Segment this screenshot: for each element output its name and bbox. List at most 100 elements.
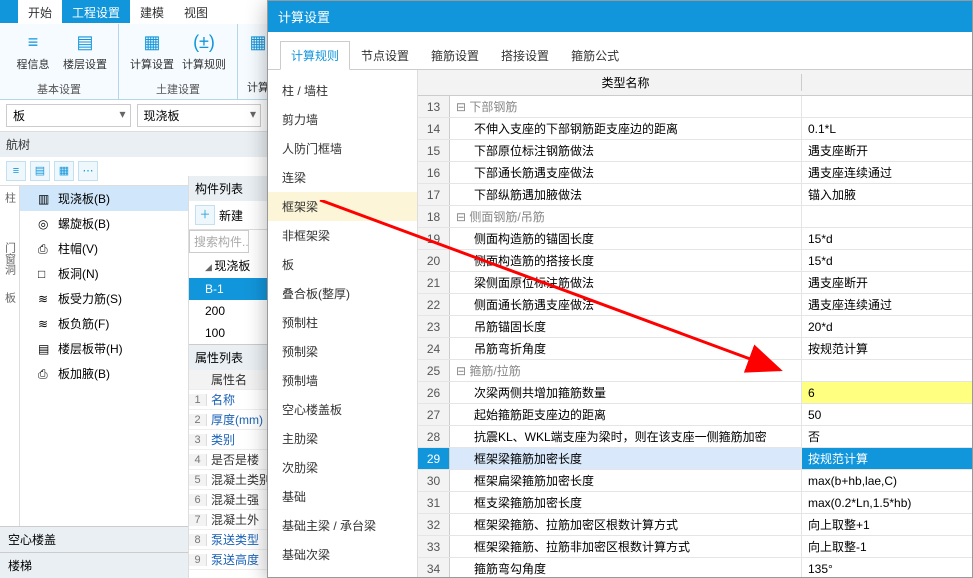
calc-rules-button[interactable]: (±) 计算规则 [179,28,229,72]
rule-row[interactable]: 32框架梁箍筋、拉筋加密区根数计算方式向上取整+1 [418,514,972,536]
rule-value[interactable]: 遇支座断开 [802,272,972,293]
member-item[interactable]: 100 [189,322,267,344]
property-row[interactable]: 7混凝土外 [189,510,267,530]
more-icon[interactable]: ⋯ [78,161,98,181]
rule-row[interactable]: 13下部钢筋 [418,96,972,118]
rule-value[interactable]: 6 [802,382,972,403]
vtab-opening[interactable]: 门窗洞 [2,242,18,282]
rule-value[interactable]: max(0.2*Ln,1.5*hb) [802,492,972,513]
tree-item[interactable]: 预制柱 [268,308,417,337]
dialog-tab[interactable]: 搭接设置 [490,41,560,70]
rule-row[interactable]: 14不伸入支座的下部钢筋距支座边的距离0.1*L [418,118,972,140]
rule-value[interactable] [802,96,972,117]
member-item[interactable]: B-1 [189,278,267,300]
rule-row[interactable]: 26次梁两侧共增加箍筋数量6 [418,382,972,404]
rule-row[interactable]: 15下部原位标注钢筋做法遇支座断开 [418,140,972,162]
rule-value[interactable]: max(b+hb,lae,C) [802,470,972,491]
rule-row[interactable]: 30框架扁梁箍筋加密长度max(b+hb,lae,C) [418,470,972,492]
rule-value[interactable]: 135° [802,558,972,577]
ribbon-tab-project-settings[interactable]: 工程设置 [62,0,130,23]
app-menu-icon[interactable] [0,0,18,23]
rule-row[interactable]: 29框架梁箍筋加密长度按规范计算 [418,448,972,470]
rule-value[interactable]: 20*d [802,316,972,337]
expand-icon[interactable]: ≡ [6,161,26,181]
dialog-tab[interactable]: 箍筋设置 [420,41,490,70]
rule-value[interactable]: 50 [802,404,972,425]
rule-value[interactable]: 按规范计算 [802,448,972,469]
dialog-tab[interactable]: 节点设置 [350,41,420,70]
rule-value[interactable] [802,206,972,227]
rule-row[interactable]: 33框架梁箍筋、拉筋非加密区根数计算方式向上取整-1 [418,536,972,558]
rule-value[interactable]: 遇支座连续通过 [802,162,972,183]
rule-row[interactable]: 22侧面通长筋遇支座做法遇支座连续通过 [418,294,972,316]
member-search-input[interactable]: 搜索构件... [189,230,249,253]
tree-item[interactable]: 板 [268,250,417,279]
tree-item[interactable]: 叠合板(整厚) [268,279,417,308]
dialog-tab[interactable]: 箍筋公式 [560,41,630,70]
tree-item[interactable]: 次肋梁 [268,453,417,482]
property-row[interactable]: 9泵送高度 [189,550,267,570]
property-row[interactable]: 3类别 [189,430,267,450]
rule-row[interactable]: 31框支梁箍筋加密长度max(0.2*Ln,1.5*hb) [418,492,972,514]
rule-value[interactable]: 向上取整+1 [802,514,972,535]
rule-row[interactable]: 27起始箍筋距支座边的距离50 [418,404,972,426]
rule-row[interactable]: 16下部通长筋遇支座做法遇支座连续通过 [418,162,972,184]
category-select[interactable]: 板 [6,104,131,127]
tree-item[interactable]: 基础主梁 / 承台梁 [268,511,417,540]
tree-item[interactable]: 连梁 [268,163,417,192]
grid-icon[interactable]: ▦ [54,161,74,181]
rule-row[interactable]: 19侧面构造筋的锚固长度15*d [418,228,972,250]
rule-row[interactable]: 20侧面构造筋的搭接长度15*d [418,250,972,272]
new-button[interactable]: 新建 [219,207,243,224]
rule-row[interactable]: 24吊筋弯折角度按规范计算 [418,338,972,360]
dialog-tab[interactable]: 计算规则 [280,41,350,70]
tree-item[interactable]: 框架梁 [268,192,417,221]
rule-value[interactable]: 遇支座连续通过 [802,294,972,315]
property-row[interactable]: 2厚度(mm) [189,410,267,430]
rule-value[interactable]: 锚入加腋 [802,184,972,205]
property-row[interactable]: 4是否是楼 [189,450,267,470]
dialog-table[interactable]: 类型名称 13下部钢筋14不伸入支座的下部钢筋距支座边的距离0.1*L15下部原… [418,70,972,577]
tree-item[interactable]: 人防门框墙 [268,134,417,163]
tree-item[interactable]: 空心楼盖板 [268,395,417,424]
member-parent[interactable]: 现浇板 [189,253,267,278]
property-row[interactable]: 6混凝土强 [189,490,267,510]
rule-value[interactable]: 0.1*L [802,118,972,139]
tree-item[interactable]: 基础次梁 [268,540,417,569]
ribbon-tab-modeling[interactable]: 建模 [130,0,174,23]
floor-settings-button[interactable]: ▤ 楼层设置 [60,28,110,72]
rule-row[interactable]: 21梁侧面原位标注筋做法遇支座断开 [418,272,972,294]
rule-row[interactable]: 18侧面钢筋/吊筋 [418,206,972,228]
tree-item[interactable]: 主肋梁 [268,424,417,453]
rule-value[interactable] [802,360,972,381]
collapse-icon[interactable]: ▤ [30,161,50,181]
property-table[interactable]: 1名称2厚度(mm)3类别4是否是楼5混凝土类别6混凝土强7混凝土外8泵送类型9… [189,390,267,578]
property-row[interactable]: 1名称 [189,390,267,410]
rule-value[interactable]: 否 [802,426,972,447]
rule-row[interactable]: 34箍筋弯勾角度135° [418,558,972,577]
rule-value[interactable]: 按规范计算 [802,338,972,359]
rule-row[interactable]: 28抗震KL、WKL端支座为梁时，则在该支座一侧箍筋加密否 [418,426,972,448]
rule-row[interactable]: 23吊筋锚固长度20*d [418,316,972,338]
member-item[interactable]: 200 [189,300,267,322]
tree-item[interactable]: 基础 [268,482,417,511]
rule-row[interactable]: 25箍筋/拉筋 [418,360,972,382]
tree-item[interactable]: 非框架梁 [268,221,417,250]
project-info-button[interactable]: ≡ 程信息 [8,28,58,72]
vtab-column[interactable]: 柱 [2,192,18,232]
new-icon[interactable]: ＋ [195,205,215,225]
rule-row[interactable]: 17下部纵筋遇加腋做法锚入加腋 [418,184,972,206]
rule-value[interactable]: 遇支座断开 [802,140,972,161]
calc-settings-button[interactable]: ▦ 计算设置 [127,28,177,72]
ribbon-tab-start[interactable]: 开始 [18,0,62,23]
tree-item[interactable]: 剪力墙 [268,105,417,134]
tree-item[interactable]: 预制墙 [268,366,417,395]
tree-item[interactable]: 预制梁 [268,337,417,366]
vtab-slab[interactable]: 板 [2,292,18,332]
rule-value[interactable]: 15*d [802,228,972,249]
property-row[interactable]: 5混凝土类别 [189,470,267,490]
dialog-tree[interactable]: 柱 / 墙柱剪力墙人防门框墙连梁框架梁非框架梁板叠合板(整厚)预制柱预制梁预制墙… [268,70,418,577]
tree-item[interactable]: 柱 / 墙柱 [268,76,417,105]
rule-value[interactable]: 15*d [802,250,972,271]
rule-value[interactable]: 向上取整-1 [802,536,972,557]
